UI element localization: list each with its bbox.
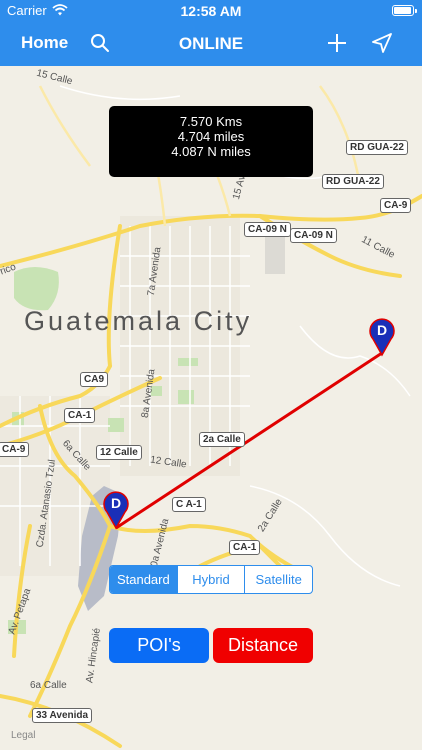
plus-icon[interactable] [326, 32, 348, 54]
road-label: CA-1 [64, 408, 96, 423]
map-pin-icon[interactable]: D [101, 488, 131, 530]
road-label: 2a Calle [199, 432, 245, 447]
road-label: 33 Avenida [32, 708, 93, 723]
street-label: 6a Calle [30, 680, 67, 691]
status-bar: Carrier 12:58 AM [0, 0, 422, 22]
pin-letter: D [111, 495, 121, 511]
status-time: 12:58 AM [180, 3, 242, 19]
road-label: CA9 [80, 372, 109, 387]
road-label: C A-1 [172, 497, 206, 512]
pois-button[interactable]: POI's [109, 628, 209, 663]
road-label: CA-1 [229, 540, 261, 555]
road-label: CA-09 N [290, 228, 337, 243]
road-label: RD GUA-22 [322, 174, 384, 189]
battery-icon [392, 5, 417, 16]
map-type-segmented-control[interactable]: Standard Hybrid Satellite [109, 565, 313, 594]
road-label: CA-9 [380, 198, 412, 213]
legal-link[interactable]: Legal [11, 730, 35, 741]
road-label: RD GUA-22 [346, 140, 408, 155]
nav-bar: Home ONLINE [0, 22, 422, 66]
road-label: CA-9 [0, 442, 30, 457]
segment-hybrid[interactable]: Hybrid [176, 566, 245, 593]
search-icon[interactable] [90, 33, 110, 53]
location-arrow-icon[interactable] [371, 32, 393, 54]
distance-button[interactable]: Distance [213, 628, 313, 663]
road-label: 12 Calle [96, 445, 142, 460]
pin-letter: D [377, 322, 387, 338]
home-button[interactable]: Home [21, 33, 68, 53]
map-view[interactable]: 15 Calle 15 Avenida 7a Avenida 8a Avenid… [0, 66, 422, 750]
map-pin-icon[interactable]: D [367, 315, 397, 357]
segment-standard[interactable]: Standard [110, 566, 177, 593]
distance-info-box: 7.570 Kms 4.704 miles 4.087 N miles [109, 106, 313, 177]
distance-nautical-miles: 4.087 N miles [171, 144, 251, 159]
distance-miles: 4.704 miles [177, 129, 245, 144]
city-label: Guatemala City [24, 306, 253, 336]
segment-satellite[interactable]: Satellite [244, 566, 312, 593]
distance-kms: 7.570 Kms [179, 114, 243, 129]
road-label: CA-09 N [244, 222, 291, 237]
